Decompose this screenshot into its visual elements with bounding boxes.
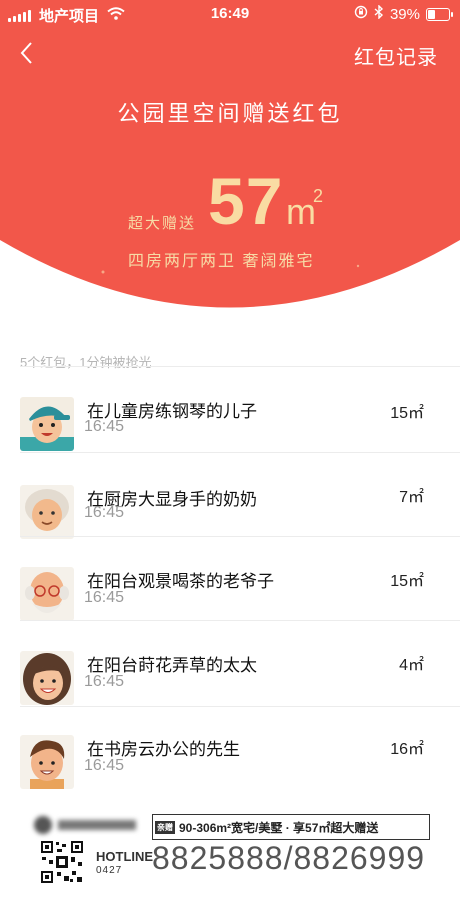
hotline-area-code: 0427 (96, 865, 123, 876)
hotline-number[interactable]: 8825888/8826999 (152, 842, 425, 874)
recipient-amount: 4㎡ (399, 657, 424, 674)
campaign-title: 公园里空间赠送红包 (117, 101, 343, 126)
list-item[interactable]: 在厨房大显身手的奶奶 16:45 7㎡ (20, 452, 460, 539)
back-arrow-icon[interactable] (14, 38, 40, 68)
grandma-avatar-icon (20, 485, 74, 539)
hotline-label: HOTLINE (96, 849, 154, 864)
nav-bar: 红包记录 (0, 34, 460, 72)
list-item[interactable]: 在阳台莳花弄草的太太 16:45 4㎡ (20, 620, 460, 705)
list-item[interactable]: 在儿童房练钢琴的儿子 16:45 15㎡ (20, 366, 460, 451)
recipient-time: 16:45 (84, 418, 125, 435)
prize-unit: m (286, 191, 316, 232)
list-item[interactable]: 在阳台观景喝茶的老爷子 16:45 15㎡ (20, 536, 460, 621)
promo-tag: 亲赠 (155, 820, 175, 834)
husband-avatar-icon (20, 735, 74, 789)
battery-icon (426, 7, 453, 21)
recipient-time: 16:45 (84, 757, 125, 774)
recipient-amount: 15㎡ (390, 405, 424, 422)
promo-banner: 亲赠 90-306m²宽宅/美墅 · 享57㎡超大赠送 (152, 814, 430, 840)
prize-unit-superscript: 2 (313, 186, 324, 206)
battery-percent: 39% (389, 5, 420, 23)
boy-avatar-icon (20, 397, 74, 451)
list-item[interactable]: 在书房云办公的先生 16:45 16㎡ (20, 706, 460, 791)
recipient-time: 16:45 (84, 504, 125, 521)
promo-text: 90-306m²宽宅/美墅 · 享57㎡超大赠送 (179, 820, 379, 835)
prize-number: 57 (208, 164, 284, 238)
red-packet-records-link[interactable]: 红包记录 (354, 41, 438, 70)
recipient-time: 16:45 (84, 673, 125, 690)
status-bar: 地产项目 16:49 39% (0, 0, 460, 28)
prize-description: 四房两厅两卫 奢阔雅宅 (128, 253, 315, 270)
rotation-lock-icon (354, 5, 368, 23)
red-packet-header: 地产项目 16:49 39% 红包记录 公园里空间赠送红包 超大赠送 57 m … (0, 0, 460, 310)
grandpa-avatar-icon (20, 567, 74, 621)
wife-avatar-icon (20, 651, 74, 705)
recipient-amount: 15㎡ (390, 573, 424, 590)
prize-prefix: 超大赠送 (128, 215, 197, 232)
recipient-time: 16:45 (84, 589, 125, 606)
developer-ad-footer: 亲赠 90-306m²宽宅/美墅 · 享57㎡超大赠送 HOTLINE 0427… (0, 806, 460, 911)
recipient-amount: 16㎡ (390, 741, 424, 758)
qr-code-icon (40, 840, 84, 884)
recipient-amount: 7㎡ (399, 489, 424, 506)
bluetooth-icon (374, 4, 384, 23)
blurred-logo (32, 814, 144, 836)
